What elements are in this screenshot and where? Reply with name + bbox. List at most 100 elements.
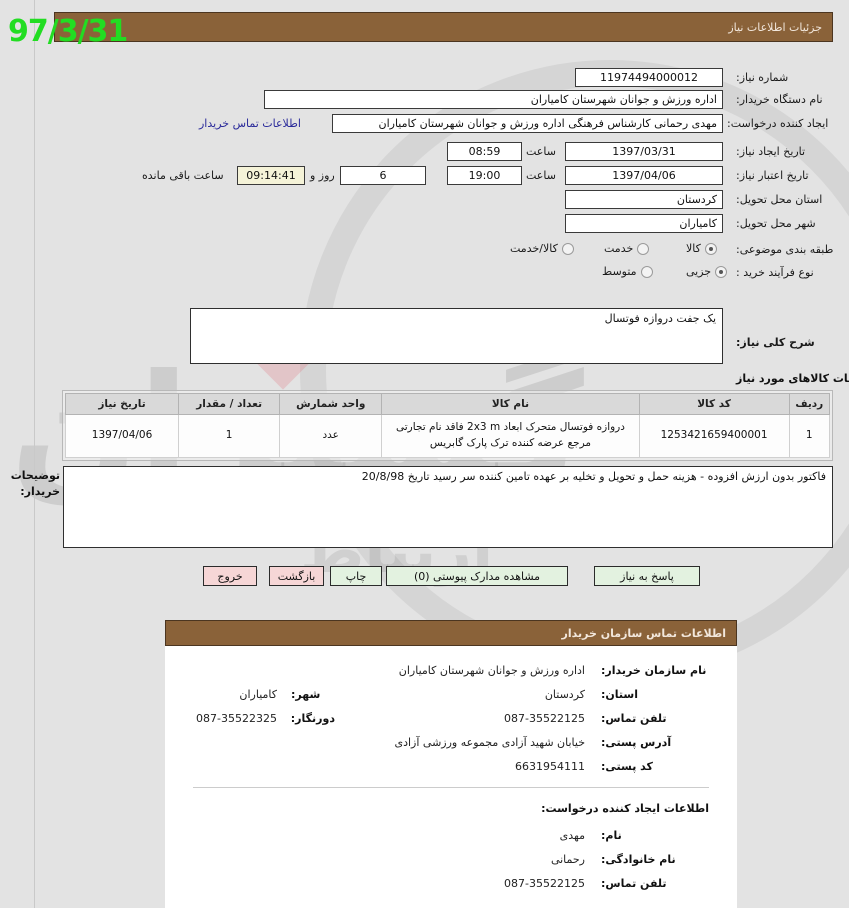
buyer-notes-label: توضیحات خریدار: [10, 469, 60, 498]
goods-table: ردیف کد کالا نام کالا واحد شمارش تعداد /… [64, 393, 831, 458]
contact-row-phone-fax: تلفن تماس: 087-35522125 دورنگار: 087-355… [193, 712, 709, 725]
radio-indicator[interactable] [640, 265, 653, 278]
days-remaining-value[interactable]: 6 [340, 166, 426, 185]
contact-address-label: آدرس پستی: [601, 736, 672, 749]
print-button[interactable]: چاپ [330, 566, 382, 586]
field-need-number: 11974494000012 [575, 68, 723, 87]
page-left-rule [34, 0, 35, 908]
cell-qty: 1 [178, 414, 281, 458]
contact-address-value: خیابان شهید آزادی مجموعه ورزشی آزادی [394, 736, 585, 749]
category-label: طبقه بندی موضوعی: [736, 243, 834, 256]
buyer-org-label: نام دستگاه خریدار: [736, 93, 823, 106]
page-title: جزئیات اطلاعات نیاز [728, 20, 822, 34]
requester-first-name-value: مهدی [559, 829, 585, 842]
delivery-city-label: شهر محل تحویل: [736, 217, 816, 230]
contact-row-postal: کد پستی: 6631954111 [193, 760, 709, 773]
radio-indicator[interactable] [715, 265, 728, 278]
requester-phone-label: تلفن تماس: [601, 877, 667, 890]
buyer-contact-link[interactable]: اطلاعات تماس خریدار [199, 117, 301, 130]
radio-label: متوسط [602, 265, 637, 278]
contact-org-value: اداره ورزش و جوانان شهرستان کامیاران [398, 664, 585, 677]
table-row[interactable]: 1 1253421659400001 دروازه فوتسال متحرک ا… [64, 414, 831, 458]
contact-row-address: آدرس پستی: خیابان شهید آزادی مجموعه ورزش… [193, 736, 709, 749]
contact-card: نام سازمان خریدار: اداره ورزش و جوانان ش… [165, 646, 737, 908]
create-time-value[interactable]: 08:59 [447, 142, 522, 161]
summary-label: شرح کلی نیاز: [736, 336, 815, 349]
requester-value[interactable]: مهدی رحمانی کارشناس فرهنگی اداره ورزش و … [332, 114, 723, 133]
cell-name: دروازه فوتسال متحرک ابعاد 2x3 m فاقد نام… [381, 414, 640, 458]
col-unit: واحد شمارش [279, 393, 383, 415]
radio-process-medium[interactable]: متوسط [602, 265, 653, 278]
process-label: نوع فرآیند خرید : [736, 266, 814, 279]
col-need-date: تاریخ نیاز [64, 393, 180, 415]
requester-label: ایجاد کننده درخواست: [727, 117, 829, 130]
radio-indicator[interactable] [561, 242, 574, 255]
contact-province-label: استان: [601, 688, 638, 701]
need-number-label: شماره نیاز: [736, 71, 789, 84]
contact-postal-value: 6631954111 [515, 760, 585, 773]
cell-code: 1253421659400001 [638, 414, 790, 458]
requester-last-name-label: نام خانوادگی: [601, 853, 676, 866]
radio-label: کالا/خدمت [510, 242, 558, 255]
create-date-label: تاریخ ایجاد نیاز: [736, 145, 806, 158]
goods-table-container: ردیف کد کالا نام کالا واحد شمارش تعداد /… [62, 390, 833, 461]
cell-row: 1 [788, 414, 831, 458]
contact-org-label: نام سازمان خریدار: [601, 664, 707, 677]
contact-postal-label: کد پستی: [601, 760, 653, 773]
buyer-org-value[interactable]: اداره ورزش و جوانان شهرستان کامیاران [264, 90, 723, 109]
delivery-province-label: استان محل تحویل: [736, 193, 823, 206]
page-title-bar: جزئیات اطلاعات نیاز [54, 12, 833, 42]
delivery-province-value[interactable]: کردستان [565, 190, 723, 209]
contact-row-first-name: نام: مهدی [193, 829, 709, 842]
col-qty: تعداد / مقدار [178, 393, 281, 415]
create-date-value[interactable]: 1397/03/31 [565, 142, 723, 161]
table-header-row: ردیف کد کالا نام کالا واحد شمارش تعداد /… [64, 393, 831, 415]
requester-phone-value: 087-35522125 [504, 877, 585, 890]
exit-button[interactable]: خروج [203, 566, 257, 586]
contact-row-province-city: استان: کردستان شهر: کامیاران [193, 688, 709, 701]
radio-category-goods[interactable]: کالا [686, 242, 717, 255]
expire-date-value[interactable]: 1397/04/06 [565, 166, 723, 185]
col-code: کد کالا [638, 393, 790, 415]
goods-section-heading: اطلاعات کالاهای مورد نیاز [736, 372, 849, 385]
radio-indicator[interactable] [704, 242, 717, 255]
contact-section-title-bar: اطلاعات تماس سازمان خریدار [165, 620, 737, 646]
requester-last-name-value: رحمانی [550, 853, 585, 866]
contact-phone-label: تلفن تماس: [601, 712, 667, 725]
date-stamp-overlay: 97/3/31 [8, 14, 128, 49]
create-time-label: ساعت [526, 145, 556, 158]
contact-fax-value: 087-35522325 [196, 712, 277, 725]
countdown-value: 09:14:41 [237, 166, 305, 185]
radio-indicator[interactable] [637, 242, 650, 255]
radio-category-service[interactable]: خدمت [604, 242, 650, 255]
cell-unit: عدد [279, 414, 383, 458]
respond-button[interactable]: پاسخ به نیاز [594, 566, 700, 586]
radio-label: خدمت [604, 242, 634, 255]
days-remaining-label: روز و [310, 169, 335, 182]
summary-value[interactable]: یک جفت دروازه فوتسال [190, 308, 723, 364]
contact-divider [193, 787, 709, 788]
expire-time-value[interactable]: 19:00 [447, 166, 522, 185]
contact-row-org: نام سازمان خریدار: اداره ورزش و جوانان ش… [193, 664, 709, 677]
action-button-row: پاسخ به نیاز مشاهده مدارک پیوستی (0) چاپ… [0, 566, 849, 588]
contact-fax-label: دورنگار: [290, 712, 335, 725]
back-button[interactable]: بازگشت [269, 566, 324, 586]
view-attachments-button[interactable]: مشاهده مدارک پیوستی (0) [386, 566, 568, 586]
contact-row-last-name: نام خانوادگی: رحمانی [193, 853, 709, 866]
radio-label: کالا [686, 242, 701, 255]
contact-city-value: کامیاران [239, 688, 277, 701]
cell-need-date: 1397/04/06 [64, 414, 180, 458]
contact-section-title: اطلاعات تماس سازمان خریدار [561, 626, 726, 640]
radio-category-goods-service[interactable]: کالا/خدمت [510, 242, 574, 255]
col-row: ردیف [788, 393, 831, 415]
need-number-value[interactable]: 11974494000012 [575, 68, 723, 87]
expire-time-label: ساعت [526, 169, 556, 182]
expire-date-label: تاریخ اعتبار نیاز: [736, 169, 809, 182]
delivery-city-value[interactable]: کامیاران [565, 214, 723, 233]
requester-first-name-label: نام: [601, 829, 622, 842]
contact-province-value: کردستان [544, 688, 585, 701]
buyer-notes-value[interactable]: فاکتور بدون ارزش افزوده - هزینه حمل و تح… [63, 466, 833, 548]
requester-section-heading: اطلاعات ایجاد کننده درخواست: [541, 802, 709, 815]
contact-row-requester-phone: تلفن تماس: 087-35522125 [193, 877, 709, 890]
radio-process-minor[interactable]: جزیی [686, 265, 728, 278]
